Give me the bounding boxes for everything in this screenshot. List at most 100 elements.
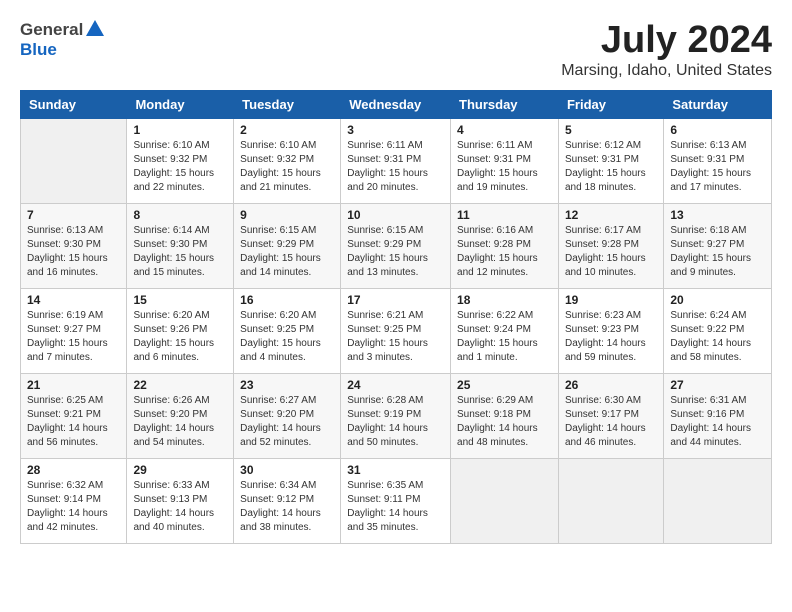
day-number: 25 xyxy=(457,378,552,392)
day-info: Sunrise: 6:24 AMSunset: 9:22 PMDaylight:… xyxy=(670,309,765,365)
table-row: 2Sunrise: 6:10 AMSunset: 9:32 PMDaylight… xyxy=(234,118,341,203)
day-info: Sunrise: 6:21 AMSunset: 9:25 PMDaylight:… xyxy=(347,309,444,365)
logo-blue: Blue xyxy=(20,40,57,59)
table-row: 31Sunrise: 6:35 AMSunset: 9:11 PMDayligh… xyxy=(341,458,451,543)
day-number: 29 xyxy=(133,463,227,477)
day-info: Sunrise: 6:27 AMSunset: 9:20 PMDaylight:… xyxy=(240,394,334,450)
day-number: 27 xyxy=(670,378,765,392)
day-info: Sunrise: 6:17 AMSunset: 9:28 PMDaylight:… xyxy=(565,224,657,280)
table-row xyxy=(558,458,663,543)
day-number: 11 xyxy=(457,208,552,222)
table-row: 30 Sunrise: 6:34 AMSunset: 9:12 PMDayligh… xyxy=(234,458,341,543)
table-row: 28 Sunrise: 6:32 AMSunset: 9:14 PMDayligh… xyxy=(21,458,127,543)
table-row: 26 Sunrise: 6:30 AMSunset: 9:17 PMDayligh… xyxy=(558,373,663,458)
calendar-week-row: 28 Sunrise: 6:32 AMSunset: 9:14 PMDayligh… xyxy=(21,458,772,543)
day-info: Sunrise: 6:15 AMSunset: 9:29 PMDaylight:… xyxy=(347,224,444,280)
logo-triangle-icon xyxy=(86,20,104,36)
table-row: 10 Sunrise: 6:15 AMSunset: 9:29 PMDayligh… xyxy=(341,203,451,288)
day-info: Sunrise: 6:13 AMSunset: 9:31 PMDaylight:… xyxy=(670,139,765,195)
table-row: 4Sunrise: 6:11 AMSunset: 9:31 PMDaylight… xyxy=(451,118,559,203)
table-row: 23Sunrise: 6:27 AMSunset: 9:20 PMDayligh… xyxy=(234,373,341,458)
day-number: 3 xyxy=(347,123,444,137)
table-row: 22 Sunrise: 6:26 AMSunset: 9:20 PMDayligh… xyxy=(127,373,234,458)
calendar-week-row: 1 Sunrise: 6:10 AMSunset: 9:32 PMDaylight… xyxy=(21,118,772,203)
day-number: 13 xyxy=(670,208,765,222)
day-info: Sunrise: 6:20 AMSunset: 9:25 PMDaylight:… xyxy=(240,309,334,365)
day-info: Sunrise: 6:33 AMSunset: 9:13 PMDaylight:… xyxy=(133,479,227,535)
day-info: Sunrise: 6:10 AMSunset: 9:32 PMDaylight:… xyxy=(133,139,227,195)
day-info: Sunrise: 6:31 AMSunset: 9:16 PMDaylight:… xyxy=(670,394,765,450)
table-row xyxy=(21,118,127,203)
day-info: Sunrise: 6:13 AMSunset: 9:30 PMDaylight:… xyxy=(27,224,120,280)
table-row: 6Sunrise: 6:13 AMSunset: 9:31 PMDaylight… xyxy=(664,118,772,203)
table-row: 27 Sunrise: 6:31 AMSunset: 9:16 PMDayligh… xyxy=(664,373,772,458)
day-number: 30 xyxy=(240,463,334,477)
day-number: 26 xyxy=(565,378,657,392)
table-row: 24 Sunrise: 6:28 AMSunset: 9:19 PMDayligh… xyxy=(341,373,451,458)
day-info: Sunrise: 6:16 AMSunset: 9:28 PMDaylight:… xyxy=(457,224,552,280)
day-info: Sunrise: 6:32 AMSunset: 9:14 PMDaylight:… xyxy=(27,479,120,535)
calendar-week-row: 14Sunrise: 6:19 AMSunset: 9:27 PMDayligh… xyxy=(21,288,772,373)
table-row: 21 Sunrise: 6:25 AMSunset: 9:21 PMDayligh… xyxy=(21,373,127,458)
table-row: 9Sunrise: 6:15 AMSunset: 9:29 PMDaylight… xyxy=(234,203,341,288)
day-number: 31 xyxy=(347,463,444,477)
day-number: 14 xyxy=(27,293,120,307)
day-info: Sunrise: 6:14 AMSunset: 9:30 PMDaylight:… xyxy=(133,224,227,280)
calendar-week-row: 7 Sunrise: 6:13 AMSunset: 9:30 PMDaylight… xyxy=(21,203,772,288)
calendar-week-row: 21 Sunrise: 6:25 AMSunset: 9:21 PMDayligh… xyxy=(21,373,772,458)
table-row: 8Sunrise: 6:14 AMSunset: 9:30 PMDaylight… xyxy=(127,203,234,288)
location-subtitle: Marsing, Idaho, United States xyxy=(561,62,772,80)
day-info: Sunrise: 6:30 AMSunset: 9:17 PMDaylight:… xyxy=(565,394,657,450)
logo: General Blue xyxy=(20,20,104,60)
day-number: 12 xyxy=(565,208,657,222)
table-row: 5Sunrise: 6:12 AMSunset: 9:31 PMDaylight… xyxy=(558,118,663,203)
day-number: 1 xyxy=(133,123,227,137)
logo-general: General xyxy=(20,20,83,40)
day-number: 2 xyxy=(240,123,334,137)
table-row xyxy=(451,458,559,543)
day-info: Sunrise: 6:11 AMSunset: 9:31 PMDaylight:… xyxy=(347,139,444,195)
table-row: 11 Sunrise: 6:16 AMSunset: 9:28 PMDayligh… xyxy=(451,203,559,288)
day-info: Sunrise: 6:29 AMSunset: 9:18 PMDaylight:… xyxy=(457,394,552,450)
table-row xyxy=(664,458,772,543)
day-number: 10 xyxy=(347,208,444,222)
day-number: 21 xyxy=(27,378,120,392)
day-info: Sunrise: 6:15 AMSunset: 9:29 PMDaylight:… xyxy=(240,224,334,280)
weekday-header-row: Sunday Monday Tuesday Wednesday Thursday… xyxy=(21,90,772,118)
day-info: Sunrise: 6:25 AMSunset: 9:21 PMDaylight:… xyxy=(27,394,120,450)
table-row: 14Sunrise: 6:19 AMSunset: 9:27 PMDayligh… xyxy=(21,288,127,373)
table-row: 19Sunrise: 6:23 AMSunset: 9:23 PMDayligh… xyxy=(558,288,663,373)
day-info: Sunrise: 6:11 AMSunset: 9:31 PMDaylight:… xyxy=(457,139,552,195)
table-row: 12 Sunrise: 6:17 AMSunset: 9:28 PMDayligh… xyxy=(558,203,663,288)
header: General Blue July 2024 Marsing, Idaho, U… xyxy=(20,20,772,80)
day-info: Sunrise: 6:22 AMSunset: 9:24 PMDaylight:… xyxy=(457,309,552,365)
day-number: 22 xyxy=(133,378,227,392)
header-friday: Friday xyxy=(558,90,663,118)
table-row: 7 Sunrise: 6:13 AMSunset: 9:30 PMDaylight… xyxy=(21,203,127,288)
table-row: 16 Sunrise: 6:20 AMSunset: 9:25 PMDayligh… xyxy=(234,288,341,373)
header-tuesday: Tuesday xyxy=(234,90,341,118)
calendar-table: Sunday Monday Tuesday Wednesday Thursday… xyxy=(20,90,772,544)
header-thursday: Thursday xyxy=(451,90,559,118)
day-number: 20 xyxy=(670,293,765,307)
day-info: Sunrise: 6:28 AMSunset: 9:19 PMDaylight:… xyxy=(347,394,444,450)
table-row: 20 Sunrise: 6:24 AMSunset: 9:22 PMDayligh… xyxy=(664,288,772,373)
day-number: 18 xyxy=(457,293,552,307)
day-number: 15 xyxy=(133,293,227,307)
day-number: 28 xyxy=(27,463,120,477)
day-number: 16 xyxy=(240,293,334,307)
day-info: Sunrise: 6:18 AMSunset: 9:27 PMDaylight:… xyxy=(670,224,765,280)
day-info: Sunrise: 6:12 AMSunset: 9:31 PMDaylight:… xyxy=(565,139,657,195)
table-row: 17 Sunrise: 6:21 AMSunset: 9:25 PMDayligh… xyxy=(341,288,451,373)
day-info: Sunrise: 6:34 AMSunset: 9:12 PMDaylight:… xyxy=(240,479,334,535)
day-number: 17 xyxy=(347,293,444,307)
day-number: 7 xyxy=(27,208,120,222)
table-row: 15 Sunrise: 6:20 AMSunset: 9:26 PMDayligh… xyxy=(127,288,234,373)
day-info: Sunrise: 6:20 AMSunset: 9:26 PMDaylight:… xyxy=(133,309,227,365)
table-row: 1 Sunrise: 6:10 AMSunset: 9:32 PMDaylight… xyxy=(127,118,234,203)
day-info: Sunrise: 6:26 AMSunset: 9:20 PMDaylight:… xyxy=(133,394,227,450)
header-wednesday: Wednesday xyxy=(341,90,451,118)
day-number: 19 xyxy=(565,293,657,307)
table-row: 29 Sunrise: 6:33 AMSunset: 9:13 PMDayligh… xyxy=(127,458,234,543)
day-number: 24 xyxy=(347,378,444,392)
